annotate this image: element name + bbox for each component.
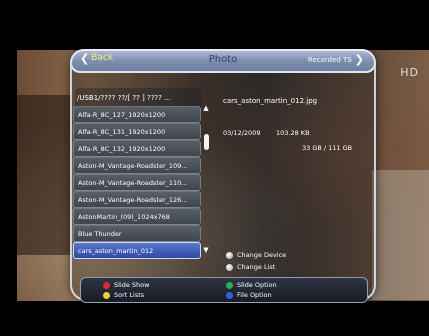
background-shelf: [17, 95, 72, 255]
file-option-hint[interactable]: File Option: [226, 291, 272, 299]
list-item-selected[interactable]: cars_aston_martin_012: [73, 242, 201, 259]
blue-button-icon: [226, 291, 233, 299]
scroll-up-icon[interactable]: ▲: [202, 104, 210, 112]
chevron-right-icon: ❯: [354, 53, 364, 66]
slide-show-label: Slide Show: [114, 281, 150, 289]
yellow-button-icon: [103, 291, 110, 299]
list-item[interactable]: Aston-M_Vantage-Roadster_110...: [73, 174, 201, 191]
current-path: /USB1/???? ??/[ ?? ] ???? ...: [77, 94, 171, 102]
scroll-down-icon[interactable]: ▼: [202, 246, 210, 254]
header-bar: ❮ Back Photo Recorded TS ❯: [70, 49, 376, 73]
sort-lists-hint[interactable]: Sort Lists: [103, 291, 144, 299]
change-list-label: Change List: [237, 263, 276, 271]
list-item[interactable]: AstonMartin_(09)_1024x768: [73, 208, 201, 225]
file-list: Alfa-R_8C_127_1920x1200 Alfa-R_8C_131_19…: [73, 106, 201, 259]
sort-lists-label: Sort Lists: [114, 291, 145, 299]
list-item[interactable]: Alfa-R_8C_131_1920x1200: [73, 123, 201, 140]
file-size: 103.28 KB: [276, 129, 310, 137]
file-option-label: File Option: [237, 291, 272, 299]
bottom-hint-bar: Slide Show Sort Lists Slide Option File …: [80, 277, 368, 303]
scrollbar[interactable]: ▲ ▼: [202, 104, 210, 254]
background-shelf: [372, 170, 429, 300]
hd-badge: HD: [400, 66, 419, 79]
change-device-label: Change Device: [237, 251, 287, 259]
storage-capacity: 33 GB / 111 GB: [302, 144, 353, 152]
change-device-hint[interactable]: Change Device: [226, 251, 286, 259]
slide-option-label: Slide Option: [237, 281, 277, 289]
list-item[interactable]: Aston-M_Vantage-Roadster_109...: [73, 157, 201, 174]
list-item[interactable]: Alfa-R_8C_127_1920x1200: [73, 106, 201, 123]
list-item[interactable]: Aston-M_Vantage-Roadster_126...: [73, 191, 201, 208]
button-icon: [226, 263, 233, 271]
list-item[interactable]: Alfa-R_8C_132_1920x1200: [73, 140, 201, 157]
slide-show-hint[interactable]: Slide Show: [103, 281, 149, 289]
change-list-hint[interactable]: Change List: [226, 263, 275, 271]
recorded-ts-label: Recorded TS: [307, 55, 352, 64]
list-item[interactable]: Blue Thunder: [73, 225, 201, 242]
selected-filename: cars_aston_martin_012.jpg: [223, 97, 318, 105]
button-icon: [226, 251, 233, 259]
green-button-icon: [226, 281, 233, 289]
scroll-thumb[interactable]: [204, 134, 209, 150]
red-button-icon: [103, 281, 110, 289]
file-date: 03/12/2009: [223, 129, 261, 137]
slide-option-hint[interactable]: Slide Option: [226, 281, 277, 289]
recorded-ts-button[interactable]: Recorded TS ❯: [307, 53, 364, 66]
